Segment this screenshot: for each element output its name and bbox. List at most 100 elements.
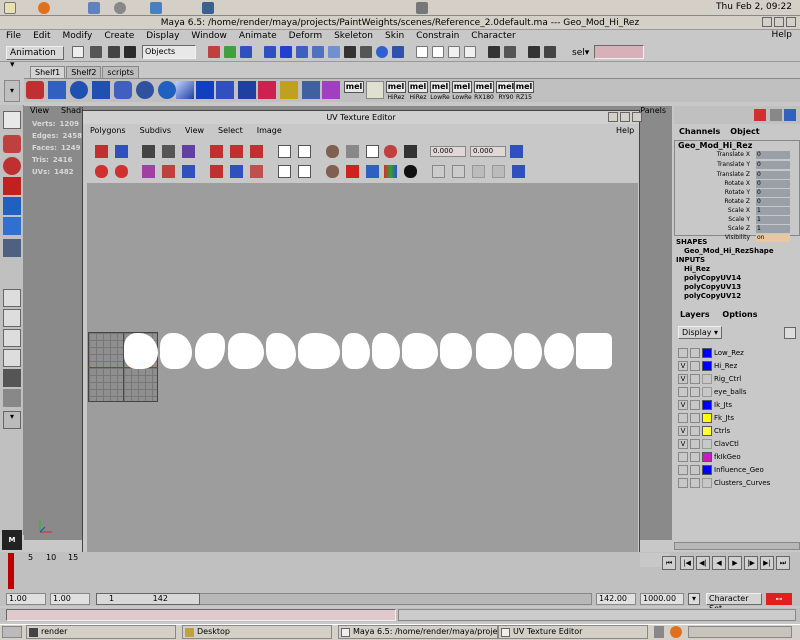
layer-visibility[interactable]: V [678,439,688,449]
uv-align-right-icon[interactable] [230,145,243,158]
uv-sew-icon[interactable] [162,145,175,158]
uv-pixel-snap-icon[interactable] [366,165,379,178]
step-back-frame-button[interactable]: ◀| [696,556,710,570]
rotate-tool-icon[interactable] [3,197,21,215]
layout-four-icon[interactable] [3,309,21,327]
poly-cone-icon[interactable] [176,81,194,99]
channel-value[interactable]: 0 [756,198,790,206]
menu-modify[interactable]: Modify [57,31,99,41]
layer-color-swatch[interactable] [702,348,712,358]
uv-shell[interactable] [298,333,340,369]
hierarchy-mask-icon[interactable] [208,46,220,58]
layout-two-icon[interactable] [3,329,21,347]
show-desktop-icon[interactable] [2,626,22,638]
channel-row-translate-z[interactable]: Translate Z 0 [676,171,796,180]
uv-minimize-button[interactable] [608,112,618,122]
menu-display[interactable]: Display [140,31,185,41]
layer-row[interactable]: fkIkGeo [676,452,798,464]
layer-row[interactable]: V Hi_Rez [676,361,798,373]
uv-align-left-icon[interactable] [210,145,223,158]
mode-selector[interactable]: Animation ▾ [6,46,64,70]
channel-box-toggle-icon[interactable] [754,109,766,121]
uv-show-grid-icon[interactable] [366,145,379,158]
layer-template[interactable] [690,465,700,475]
layer-display-selector[interactable]: Display ▾ [678,326,722,339]
layer-visibility[interactable] [678,452,688,462]
uv-image-icon[interactable] [346,145,359,158]
viewport-menu-view[interactable]: View [24,106,55,116]
menu-skeleton[interactable]: Skeleton [328,31,379,41]
layer-template[interactable] [690,413,700,423]
layer-visibility[interactable] [678,465,688,475]
camera-icon[interactable] [416,2,428,14]
objects-field[interactable]: Objects [142,45,196,59]
uv-menu-polygons[interactable]: Polygons [83,125,133,137]
layer-template[interactable] [690,452,700,462]
menu-file[interactable]: File [0,31,27,41]
taskbar-item-maya[interactable]: Maya 6.5: /home/render/maya/projects, [338,625,498,639]
channel-row-translate-x[interactable]: Translate X 0 [676,151,796,160]
mel-button-rz15[interactable]: mel [514,81,534,93]
save-scene-icon[interactable] [108,46,120,58]
channel-tab-object[interactable]: Object [725,127,764,139]
uv-shell[interactable] [342,333,370,369]
channel-value[interactable]: 0 [756,180,790,188]
current-time-marker[interactable] [8,553,14,589]
layers-scrollbar[interactable] [674,542,800,550]
layer-template[interactable] [690,439,700,449]
scale-tool-icon[interactable] [3,217,21,235]
menu-deform[interactable]: Deform [283,31,328,41]
layer-color-swatch[interactable] [702,387,712,397]
misc-mask-icon[interactable] [376,46,388,58]
step-forward-key-button[interactable]: ▶| [760,556,774,570]
layer-visibility[interactable] [678,387,688,397]
uv-shade-icon[interactable] [404,165,417,178]
uv-normalize-icon[interactable] [162,165,175,178]
layer-color-swatch[interactable] [702,452,712,462]
uv-shell[interactable] [544,333,574,369]
channel-row-scale-z[interactable]: Scale Z 1 [676,225,796,234]
layer-row[interactable]: Clusters_Curves [676,478,798,490]
uv-align-bottom-icon[interactable] [250,145,263,158]
deformer-mask-icon[interactable] [328,46,340,58]
menu-create[interactable]: Create [98,31,140,41]
manipulator-tool-icon[interactable] [3,239,21,257]
uv-isolate-add-icon[interactable] [298,165,311,178]
uv-grid-snap-icon[interactable] [230,165,243,178]
layout-outliner-icon[interactable] [3,349,21,367]
channel-value[interactable]: 0 [756,171,790,179]
mel-button-1[interactable]: mel [344,81,364,93]
ik-handle-icon[interactable] [258,81,276,99]
channel-row-translate-y[interactable]: Translate Y 0 [676,161,796,170]
uv-canvas[interactable] [87,183,638,575]
layer-template[interactable] [690,374,700,384]
screen-icon[interactable] [202,2,214,14]
uv-rotate-ccw-icon[interactable] [95,165,108,178]
tray-firefox-icon[interactable] [670,626,682,638]
layer-row[interactable]: V Ctrls [676,426,798,438]
uv-menu-view[interactable]: View [178,125,211,137]
torus-icon[interactable] [136,81,154,99]
uv-snap-icon[interactable] [404,145,417,158]
layer-visibility[interactable]: V [678,426,688,436]
channel-value[interactable]: 1 [756,216,790,224]
uv-maximize-button[interactable] [620,112,630,122]
layers-tab-options[interactable]: Options [722,310,757,319]
cylinder-icon[interactable] [114,81,132,99]
layer-color-swatch[interactable] [702,361,712,371]
rendering-mask-icon[interactable] [360,46,372,58]
mel-button-hirez-2[interactable]: mel [408,81,428,93]
uv-shell-icon[interactable] [250,165,263,178]
channel-row-scale-x[interactable]: Scale X 1 [676,207,796,216]
layer-template[interactable] [690,348,700,358]
end-time-field[interactable]: 142.00 [596,593,636,605]
uv-cut-icon[interactable] [142,145,155,158]
new-layer-icon[interactable] [784,327,796,339]
uv-layout-icon[interactable] [298,145,311,158]
uv-shell[interactable] [372,333,400,369]
menu-character[interactable]: Character [465,31,521,41]
select-mode-icon[interactable] [124,46,136,58]
move-tool-icon[interactable] [3,177,21,195]
render-view-icon[interactable] [528,46,540,58]
layer-visibility[interactable]: V [678,400,688,410]
